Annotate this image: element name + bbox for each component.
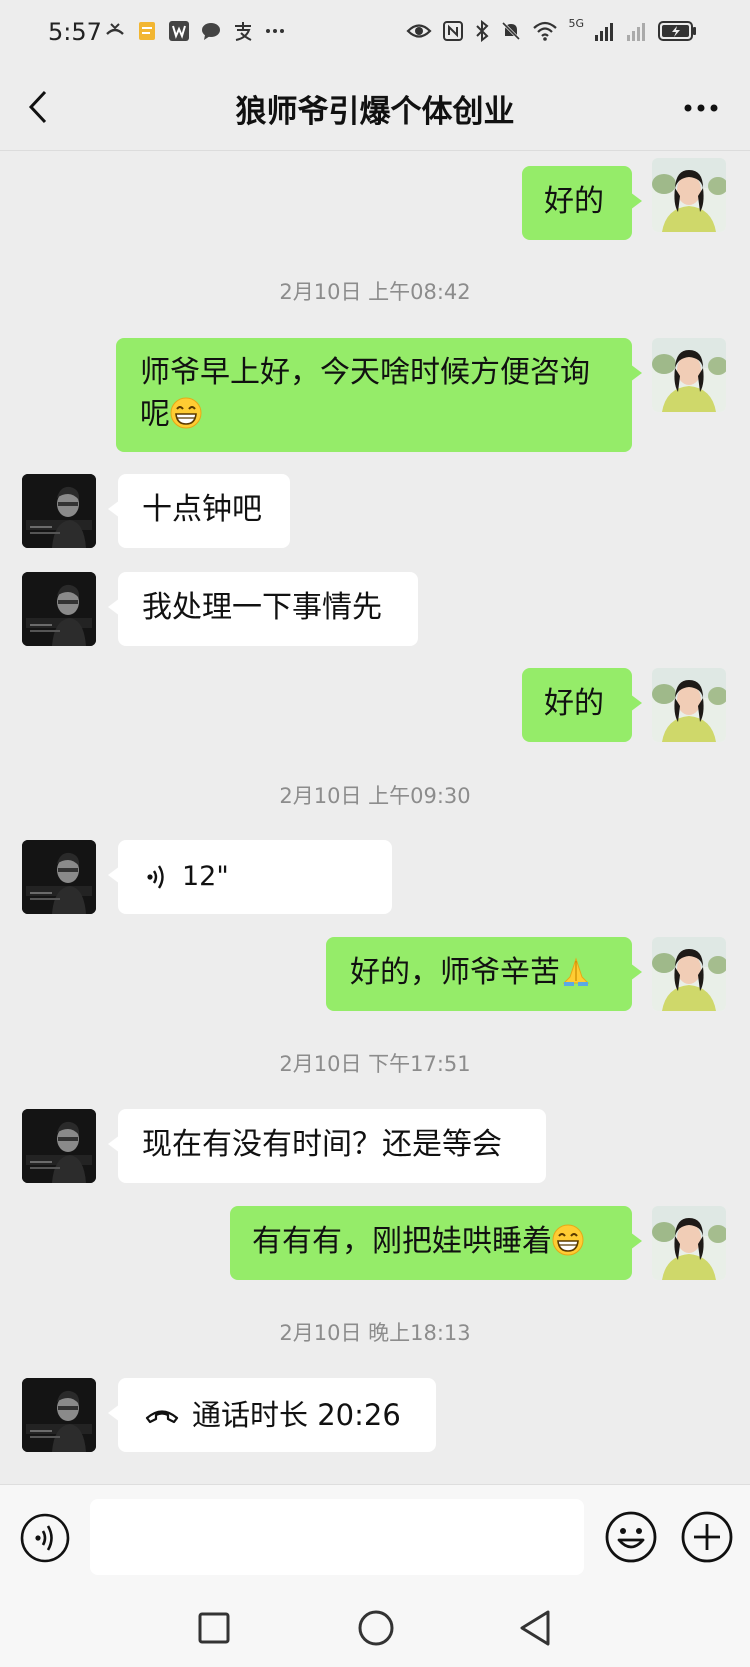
more-icon xyxy=(684,104,718,112)
alipay-icon xyxy=(235,22,252,41)
outgoing-message-bubble[interactable]: 好的，师爷辛苦 xyxy=(326,937,642,1011)
message-text: 有有有，刚把娃哄睡着 xyxy=(252,1224,552,1259)
outgoing-message-bubble[interactable]: 好的 xyxy=(522,668,642,742)
emoji-icon xyxy=(605,1511,657,1563)
message-text: 好的 xyxy=(544,686,604,721)
message-text: 现在有没有时间？还是等会 xyxy=(142,1127,502,1162)
my-avatar[interactable] xyxy=(652,668,726,742)
contact-avatar[interactable] xyxy=(22,1109,96,1183)
voice-input-button[interactable] xyxy=(20,1513,70,1563)
signal-empty-icon xyxy=(627,23,645,41)
pray-emoji xyxy=(560,955,592,987)
chat-title: 狼师爷引爆个体创业 xyxy=(235,94,515,130)
chat-bubble-icon xyxy=(202,23,220,40)
wifi-icon xyxy=(533,21,558,41)
my-avatar[interactable] xyxy=(652,338,726,412)
plus-icon xyxy=(681,1511,733,1563)
chat-header: 狼师爷引爆个体创业 xyxy=(0,68,750,151)
call-duration-text: 通话时长 20:26 xyxy=(192,1398,401,1432)
system-back-button[interactable] xyxy=(516,1608,556,1648)
message-text: 我处理一下事情先 xyxy=(142,590,382,625)
message-text: 好的，师爷辛苦 xyxy=(350,955,560,990)
grin-emoji xyxy=(552,1224,584,1256)
my-avatar[interactable] xyxy=(652,1206,726,1280)
status-time: 5:57 xyxy=(48,18,102,46)
home-button[interactable] xyxy=(356,1608,396,1648)
my-avatar[interactable] xyxy=(652,158,726,232)
incoming-message-bubble[interactable]: 现在有没有时间？还是等会 xyxy=(108,1109,546,1183)
contact-avatar[interactable] xyxy=(22,840,96,914)
message-timestamp: 2月10日 上午09:30 xyxy=(279,784,471,808)
emoji-button[interactable] xyxy=(604,1510,658,1564)
more-options-button[interactable] xyxy=(676,88,726,128)
eye-icon xyxy=(406,24,433,38)
message-text: 师爷早上好，今天啥时候方便咨询呢 xyxy=(140,355,590,432)
notes-icon xyxy=(139,22,155,40)
incoming-message-bubble[interactable]: 十点钟吧 xyxy=(108,474,290,548)
contact-avatar[interactable] xyxy=(22,572,96,646)
call-record-bubble[interactable]: 通话时长 20:26 xyxy=(108,1378,436,1452)
mute-icon xyxy=(502,21,521,41)
voice-icon xyxy=(20,1513,70,1563)
phone-hangup-icon xyxy=(145,1410,179,1424)
status-icons-right: 5G xyxy=(406,16,698,42)
contact-avatar[interactable] xyxy=(22,1378,96,1452)
message-text: 好的 xyxy=(544,184,604,219)
message-timestamp: 2月10日 下午17:51 xyxy=(279,1052,471,1076)
home-icon xyxy=(358,1610,394,1646)
voice-duration: 12" xyxy=(182,861,229,892)
signal-type-label: 5G xyxy=(568,16,584,30)
message-timestamp: 2月10日 晚上18:13 xyxy=(279,1321,471,1345)
message-text: 十点钟吧 xyxy=(142,492,262,527)
input-bar xyxy=(0,1484,750,1589)
message-input[interactable] xyxy=(90,1499,584,1575)
voice-message-bubble[interactable]: 12" xyxy=(108,840,392,914)
incoming-message-bubble[interactable]: 我处理一下事情先 xyxy=(108,572,418,646)
outgoing-message-bubble[interactable]: 有有有，刚把娃哄睡着 xyxy=(230,1206,642,1280)
more-dots-icon xyxy=(266,29,284,33)
contact-avatar[interactable] xyxy=(22,474,96,548)
voice-wave-icon xyxy=(147,865,164,889)
outgoing-message-bubble[interactable]: 师爷早上好，今天啥时候方便咨询呢 xyxy=(116,338,642,452)
missed-call-icon xyxy=(106,23,124,35)
signal-icon xyxy=(595,23,613,41)
battery-charging-icon xyxy=(658,21,696,41)
nfc-icon xyxy=(443,21,464,41)
message-timestamp: 2月10日 上午08:42 xyxy=(279,280,471,304)
system-nav-bar xyxy=(0,1588,750,1667)
recents-icon xyxy=(198,1612,230,1644)
outgoing-message-bubble[interactable]: 好的 xyxy=(522,166,642,240)
recents-button[interactable] xyxy=(196,1610,232,1646)
w-app-icon xyxy=(169,21,189,41)
more-functions-button[interactable] xyxy=(680,1510,734,1564)
my-avatar[interactable] xyxy=(652,937,726,1011)
bluetooth-icon xyxy=(476,20,489,42)
grin-emoji xyxy=(170,397,202,429)
status-bar: 5:57 5G xyxy=(0,0,750,68)
status-icons-left xyxy=(104,20,286,42)
back-icon xyxy=(520,1610,550,1646)
